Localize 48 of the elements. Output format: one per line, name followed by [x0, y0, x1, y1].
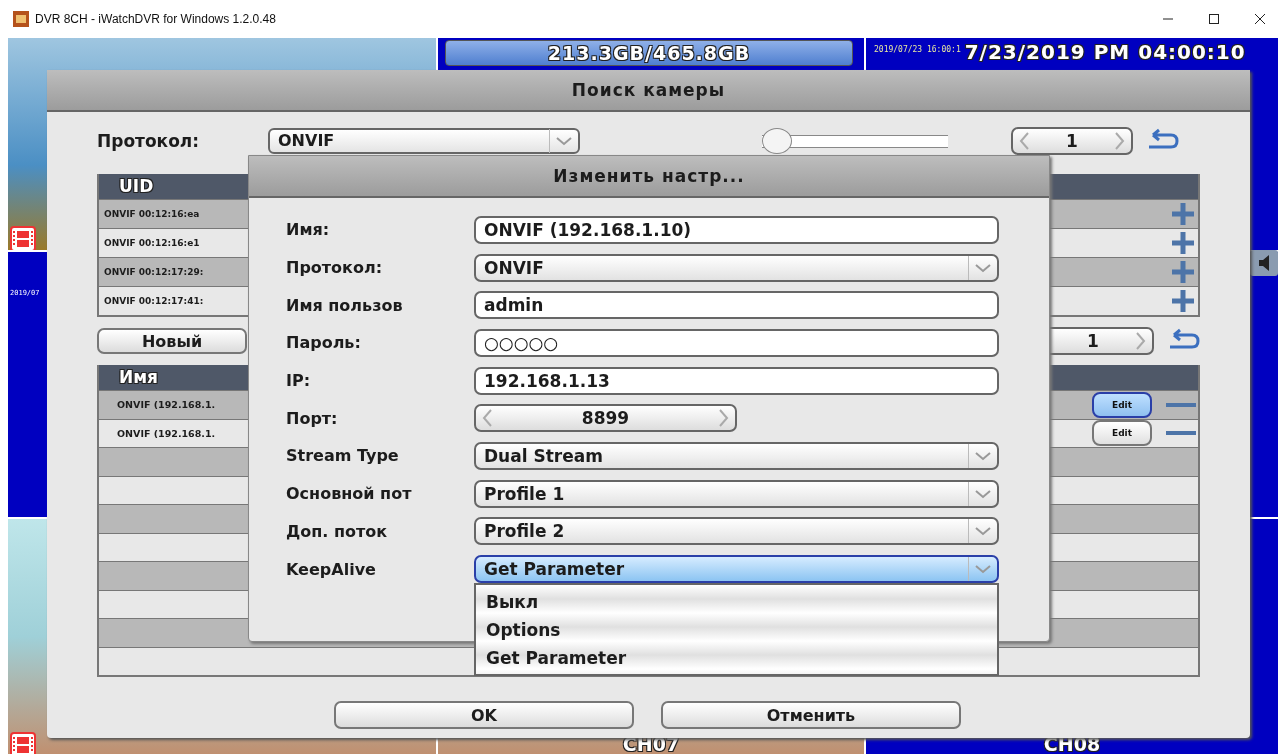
- field-label: IP:: [286, 371, 312, 391]
- film-icon: [10, 226, 36, 250]
- page-number: 1: [1087, 331, 1099, 351]
- storage-bar: 213.3GB/465.8GB: [445, 40, 853, 66]
- timestamp: 2019/07/23 16:00:1: [874, 45, 961, 54]
- input-field[interactable]: admin: [474, 291, 999, 320]
- dialog-title: Изменить настр...: [249, 156, 1049, 198]
- field-label: Доп. поток: [286, 521, 389, 541]
- field-label: Пароль:: [286, 333, 362, 353]
- ok-button[interactable]: OK: [334, 701, 634, 729]
- dropdown-option[interactable]: Выкл: [486, 588, 997, 617]
- close-icon[interactable]: [1254, 13, 1266, 25]
- protocol-dropdown[interactable]: ONVIF: [268, 128, 580, 154]
- dropdown[interactable]: Profile 2: [474, 517, 999, 546]
- dropdown[interactable]: Dual Stream: [474, 441, 999, 470]
- page-spinner[interactable]: 1: [1011, 127, 1133, 155]
- window-title: DVR 8CH - iWatchDVR for Windows 1.2.0.48: [35, 12, 276, 26]
- field-label: Stream Type: [286, 446, 400, 466]
- clock-display: 7/23/2019 PM 04:00:10: [964, 40, 1246, 64]
- plus-icon[interactable]: [1170, 230, 1196, 256]
- slider-track[interactable]: [762, 128, 948, 154]
- input-field[interactable]: ONVIF (192.168.1.10): [474, 215, 999, 244]
- plus-icon[interactable]: [1170, 288, 1196, 314]
- input-field[interactable]: 192.168.1.13: [474, 366, 999, 395]
- port-spinner[interactable]: 8899: [474, 404, 737, 433]
- field-label: Протокол:: [286, 258, 384, 278]
- field-label: Имя пользов: [286, 295, 404, 315]
- cancel-button[interactable]: Отменить: [661, 701, 961, 729]
- field-label: KeepAlive: [286, 559, 377, 579]
- field-label: Основной пот: [286, 484, 413, 504]
- dropdown[interactable]: Get Parameter: [474, 555, 999, 584]
- dropdown[interactable]: ONVIF: [474, 253, 999, 282]
- page-number: 1: [1066, 131, 1078, 151]
- field-label: Порт:: [286, 408, 339, 428]
- slider-thumb[interactable]: [762, 128, 792, 154]
- dropdown[interactable]: Profile 1: [474, 479, 999, 508]
- dropdown-option[interactable]: Get Parameter: [486, 644, 997, 673]
- speaker-icon[interactable]: [1250, 250, 1278, 276]
- protocol-label: Протокол:: [97, 131, 201, 151]
- new-button[interactable]: Новый: [97, 328, 247, 354]
- app-icon: [13, 11, 29, 27]
- edit-button[interactable]: Edit: [1092, 391, 1152, 418]
- edit-button[interactable]: Edit: [1092, 420, 1152, 447]
- film-icon: [10, 732, 36, 754]
- maximize-icon[interactable]: [1208, 13, 1220, 25]
- dialog-title: Поиск камеры: [47, 70, 1250, 112]
- input-field[interactable]: ○○○○○: [474, 328, 999, 357]
- field-label: Имя:: [286, 220, 331, 240]
